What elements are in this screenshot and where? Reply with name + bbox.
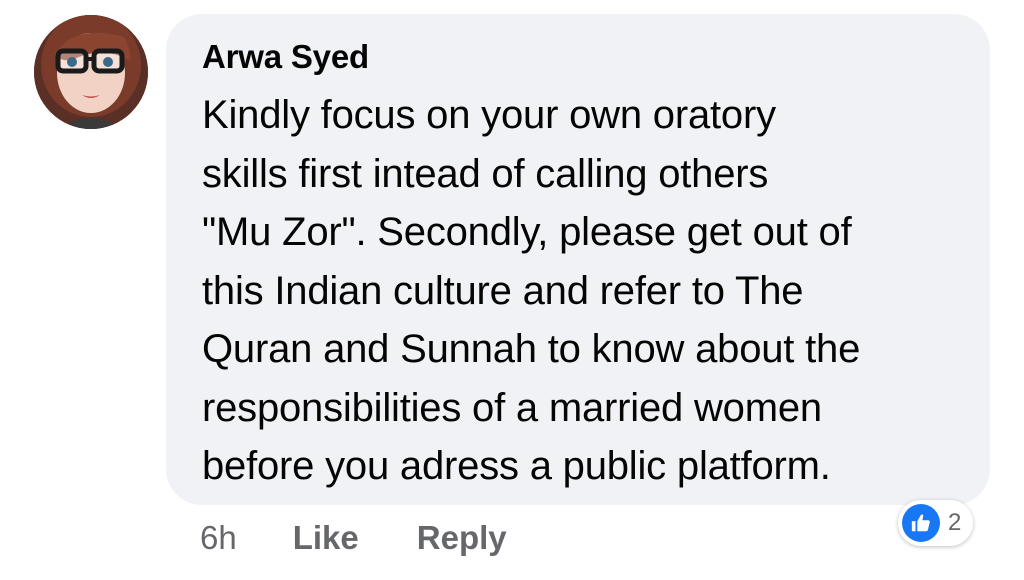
- thumbs-up-icon: [902, 504, 940, 542]
- reaction-count: 2: [948, 509, 962, 536]
- comment-bubble: Arwa Syed Kindly focus on your own orato…: [166, 14, 990, 505]
- comment: Arwa Syed Kindly focus on your own orato…: [0, 0, 1024, 580]
- reaction-summary[interactable]: 2: [898, 500, 974, 546]
- comment-timestamp[interactable]: 6h: [200, 519, 237, 557]
- comment-text: Kindly focus on your own oratory skills …: [202, 93, 861, 488]
- avatar-image: [34, 15, 148, 129]
- reply-button[interactable]: Reply: [417, 519, 507, 557]
- avatar[interactable]: [34, 15, 148, 129]
- like-button[interactable]: Like: [293, 519, 359, 557]
- comment-author[interactable]: Arwa Syed: [202, 36, 954, 78]
- comment-actions: 6h Like Reply: [200, 514, 565, 562]
